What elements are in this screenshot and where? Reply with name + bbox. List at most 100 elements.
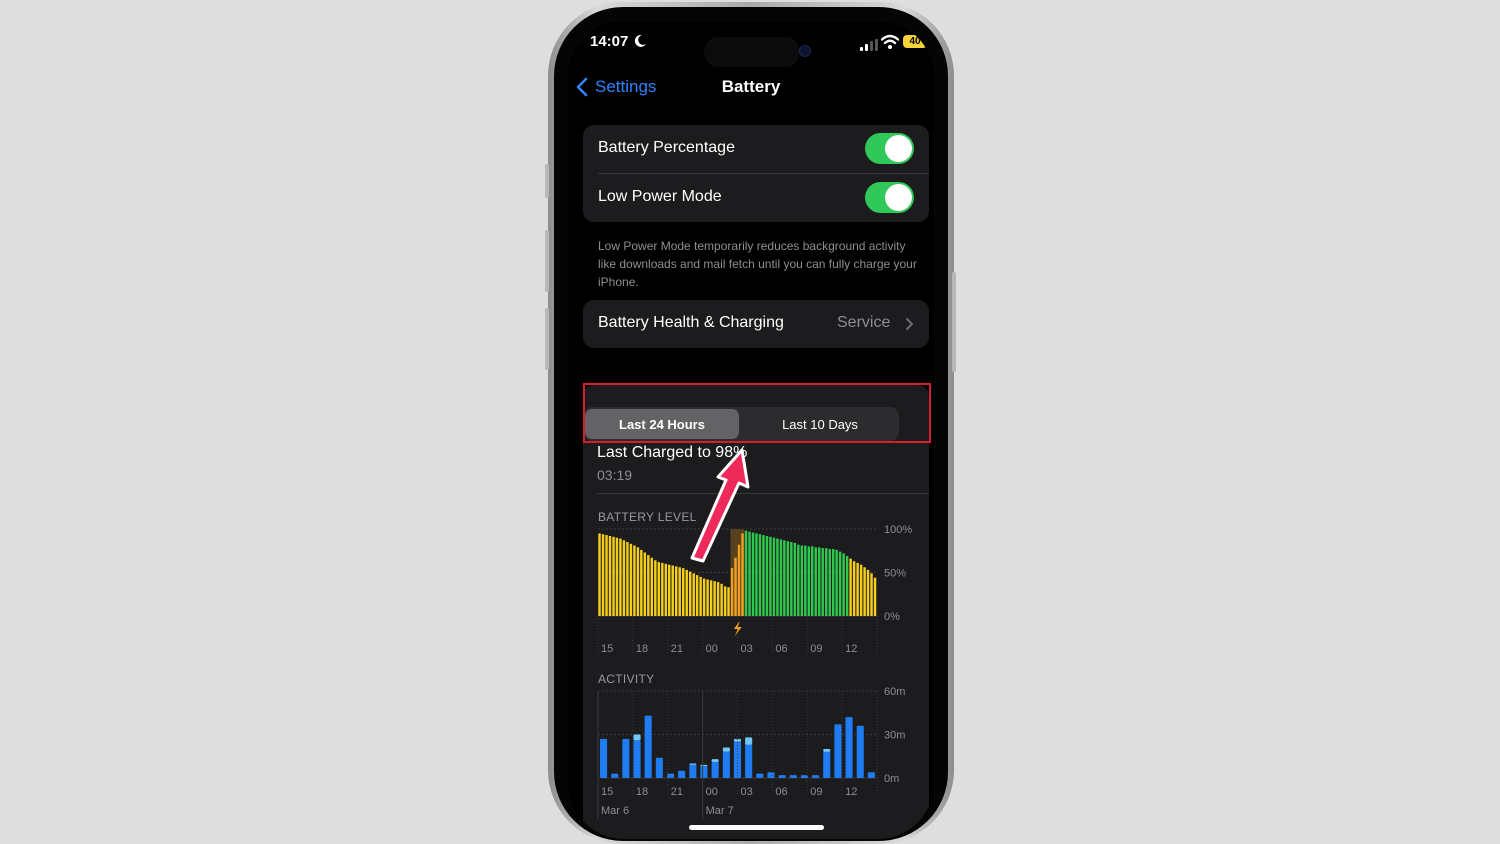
battery-bar [709, 580, 713, 616]
bezel: 14:07 40 Settings Battery Battery Percen… [554, 7, 948, 841]
activity-x-tick: 21 [671, 786, 683, 798]
battery-bar [622, 540, 626, 616]
battery-bar [776, 538, 779, 616]
battery-bar [678, 567, 681, 616]
activity-x-tick: 12 [845, 786, 857, 798]
activity-bar [756, 773, 764, 778]
activity-bar [611, 773, 619, 778]
battery-bar [608, 536, 612, 616]
battery-bar [828, 549, 831, 616]
battery-bar [685, 569, 688, 616]
battery-x-tick: 00 [706, 643, 718, 655]
battery-bar [783, 540, 786, 616]
battery-bar [870, 573, 873, 616]
activity-bar-secondary [700, 764, 708, 767]
battery-bar [814, 547, 817, 616]
battery-bar [643, 552, 647, 616]
action-button [545, 164, 549, 198]
activity-bar [722, 751, 730, 778]
battery-x-tick: 21 [671, 643, 683, 655]
activity-bar [689, 765, 697, 778]
battery-bar [647, 555, 650, 616]
activity-y-tick: 60m [884, 686, 905, 698]
activity-bar [655, 757, 663, 778]
activity-bar [622, 738, 630, 778]
battery-bar [730, 568, 734, 616]
battery-bar [845, 556, 849, 616]
volume-up-button [545, 230, 549, 292]
lightning-icon [733, 621, 742, 636]
activity-bar [711, 762, 719, 778]
activity-bar [678, 770, 686, 779]
activity-bar [700, 766, 708, 778]
activity-bar [867, 772, 875, 778]
battery-y-tick: 0% [884, 611, 900, 623]
battery-bar [713, 581, 716, 616]
activity-x-tick: 06 [775, 786, 787, 798]
activity-bar [778, 775, 786, 778]
battery-bar [852, 561, 856, 616]
battery-bar [601, 534, 605, 616]
battery-x-tick: 09 [810, 643, 822, 655]
battery-bar [695, 575, 699, 616]
home-indicator[interactable] [689, 825, 824, 830]
side-button [952, 272, 956, 372]
battery-bar [612, 536, 615, 616]
battery-bar [800, 545, 804, 616]
activity-bar [856, 725, 864, 778]
activity-x-tick: 15 [601, 786, 613, 798]
battery-bar [863, 567, 866, 616]
battery-bar [668, 564, 671, 616]
battery-bar [671, 565, 674, 616]
battery-bar [793, 542, 797, 616]
activity-y-tick: 30m [884, 730, 905, 742]
activity-bar-secondary [711, 759, 719, 762]
activity-bar [789, 775, 797, 778]
usage-charts: 15 18 21 00 03 06 09 12 100% 50% 0% 15 18 21 00 03 06 09 1… [597, 524, 912, 819]
battery-bar [790, 542, 793, 616]
battery-bar [856, 562, 859, 616]
activity-bar-secondary [689, 763, 697, 765]
battery-bar [615, 537, 619, 616]
volume-down-button [545, 308, 549, 370]
battery-bar [727, 587, 730, 616]
battery-bar [765, 536, 769, 616]
battery-bar [657, 562, 661, 616]
activity-x-tick: 09 [810, 786, 822, 798]
battery-bar [629, 543, 633, 616]
battery-bar [605, 535, 608, 616]
activity-y-tick: 0m [884, 773, 899, 785]
battery-y-tick: 100% [884, 524, 912, 536]
battery-bar [664, 563, 668, 616]
battery-x-tick: 12 [845, 643, 857, 655]
activity-date-label: Mar 6 [601, 805, 629, 817]
activity-bar [812, 775, 820, 778]
battery-bar [832, 549, 835, 616]
activity-x-tick: 00 [706, 786, 718, 798]
activity-date-label: Mar 7 [706, 805, 734, 817]
battery-bar [723, 586, 727, 616]
activity-bar [767, 772, 775, 778]
battery-bar [654, 560, 657, 616]
activity-bar [745, 744, 753, 778]
battery-bar [675, 566, 678, 616]
activity-bar-secondary [745, 737, 753, 745]
battery-y-tick: 50% [884, 568, 906, 580]
battery-bar [626, 542, 629, 616]
battery-bar [598, 533, 601, 616]
activity-bar-secondary [633, 734, 641, 741]
battery-bar [779, 539, 783, 616]
battery-bar [619, 538, 622, 616]
activity-bar-secondary [722, 747, 730, 752]
battery-bar [706, 579, 709, 616]
battery-bar [849, 558, 852, 616]
battery-bar [818, 547, 821, 616]
battery-x-tick: 06 [775, 643, 787, 655]
activity-bar [633, 740, 641, 778]
battery-bar [769, 536, 772, 616]
battery-bar [804, 545, 807, 616]
battery-bar [692, 573, 695, 616]
battery-bar [866, 569, 870, 616]
battery-x-tick: 18 [636, 643, 648, 655]
battery-bar [636, 547, 640, 616]
